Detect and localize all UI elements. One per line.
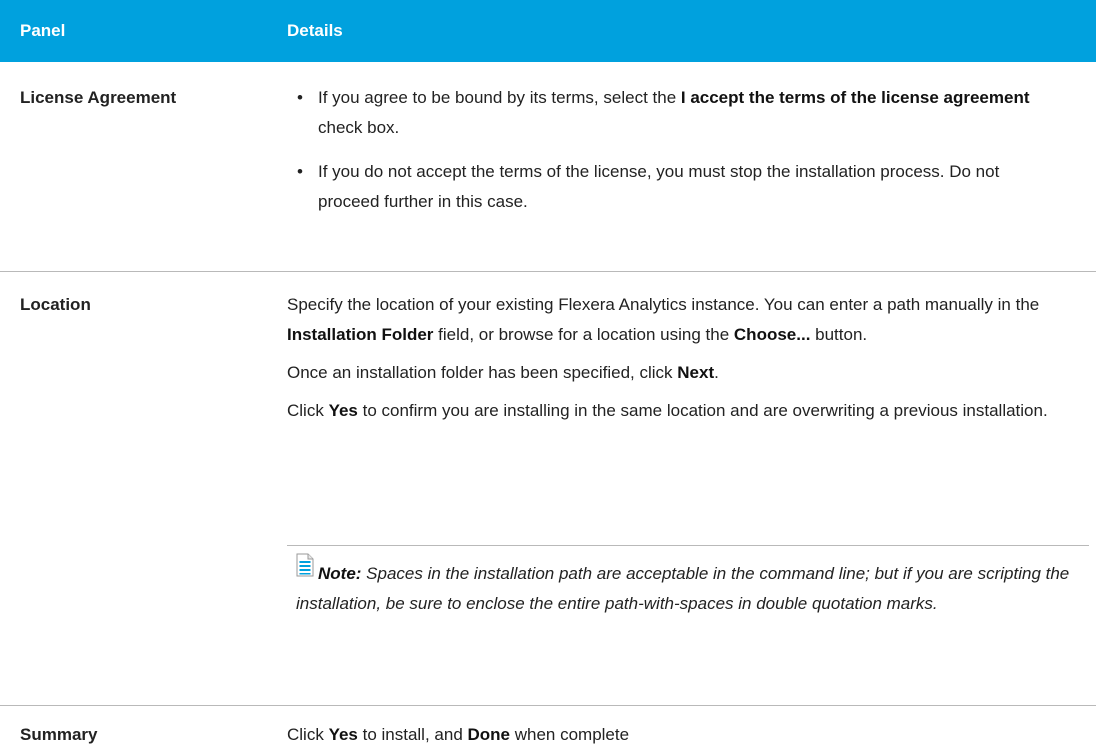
text: button. — [810, 325, 868, 344]
column-header-details: Details — [287, 21, 343, 40]
text: field, or browse for a location using th… — [433, 325, 734, 344]
details-cell-license-agreement: • If you agree to be bound by its terms,… — [297, 83, 1057, 231]
bold-text: Yes — [328, 725, 358, 744]
row-divider — [0, 705, 1096, 706]
table-header: Panel Details — [0, 0, 1096, 62]
column-header-panel: Panel — [20, 21, 66, 40]
bullet-list: • If you agree to be bound by its terms,… — [297, 83, 1057, 217]
panel-cell-license-agreement: License Agreement — [20, 88, 177, 107]
text: Click — [287, 401, 329, 420]
paragraph: Specify the location of your existing Fl… — [287, 290, 1077, 350]
bullet-icon: • — [297, 88, 303, 107]
details-cell-summary: Click Yes to install, and Done when comp… — [287, 720, 1077, 750]
paragraph: Click Yes to confirm you are installing … — [287, 396, 1077, 426]
details-cell-location: Specify the location of your existing Fl… — [287, 290, 1077, 434]
note-body: Spaces in the installation path are acce… — [296, 564, 1070, 613]
bold-text: I accept the terms of the license agreem… — [680, 88, 1030, 107]
text: . — [714, 363, 719, 382]
bold-text: Next — [677, 363, 715, 382]
note-label: Note: — [318, 564, 362, 583]
bold-text: Installation Folder — [287, 325, 434, 344]
text: to install, and — [357, 725, 468, 744]
list-item: • If you agree to be bound by its terms,… — [297, 83, 1057, 143]
bold-text: Done — [467, 725, 511, 744]
row-divider — [0, 271, 1096, 272]
text: Once an installation folder has been spe… — [287, 363, 678, 382]
text: If you do not accept the terms of the li… — [318, 162, 1000, 211]
list-item: • If you do not accept the terms of the … — [297, 157, 1057, 217]
bold-text: Choose... — [733, 325, 811, 344]
paragraph: Once an installation folder has been spe… — [287, 358, 1077, 388]
panel-cell-summary: Summary — [20, 725, 98, 744]
note-text: Note: Spaces in the installation path ar… — [296, 559, 1086, 619]
note-divider — [287, 545, 1089, 546]
text: Specify the location of your existing Fl… — [287, 295, 1040, 314]
text: Click — [287, 725, 329, 744]
text: If you agree to be bound by its terms, s… — [318, 88, 681, 107]
text: to confirm you are installing in the sam… — [357, 401, 1048, 420]
bullet-icon: • — [297, 162, 303, 181]
panel-cell-location: Location — [20, 295, 91, 314]
text: check box. — [318, 118, 400, 137]
note-box: Note: Spaces in the installation path ar… — [287, 545, 1089, 613]
bold-text: Yes — [328, 401, 358, 420]
text: when complete — [510, 725, 630, 744]
